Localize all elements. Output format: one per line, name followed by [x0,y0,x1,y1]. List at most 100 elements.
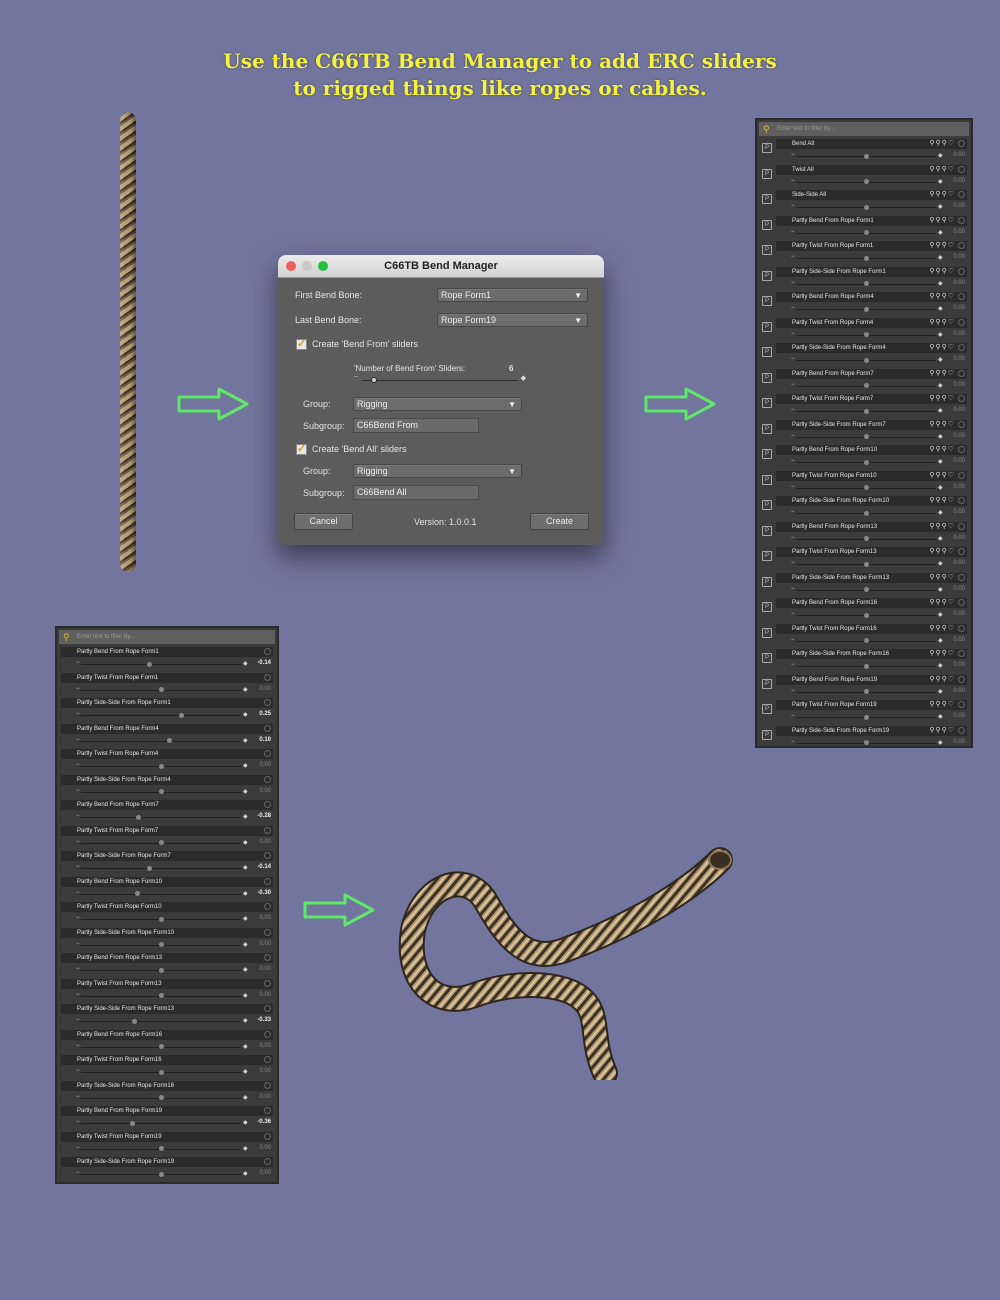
slider-minus-icon[interactable]: − [76,1170,80,1176]
parameter-value[interactable]: 0.00 [953,713,965,719]
slider-knob[interactable] [863,561,869,567]
parameter-slider[interactable] [81,664,241,665]
slider-minus-icon[interactable]: − [76,864,80,870]
parameter-value[interactable]: 0.00 [953,331,965,337]
slider-knob[interactable] [129,1120,135,1126]
slider-knob[interactable] [863,689,869,694]
slider-minus-icon[interactable]: − [791,382,795,388]
parameter-value[interactable]: 0.00 [953,458,965,464]
parameter-options-icon[interactable]: ⚲⚲⚲♡ [929,420,955,430]
slider-plus-icon[interactable]: ◆ [938,433,943,440]
parameter-value[interactable]: 0.00 [259,915,271,921]
slider-knob[interactable] [863,306,869,312]
pin-icon[interactable]: P [762,729,772,740]
pin-icon[interactable]: P [762,704,772,714]
parameter-options-icon[interactable]: ⚲⚲⚲♡ [929,165,955,175]
parameter-value[interactable]: 0.00 [953,203,965,209]
slider-plus-icon[interactable]: ◆ [938,178,943,185]
pin-icon[interactable]: P [762,449,772,459]
slider-knob[interactable] [863,281,869,286]
slider-knob[interactable] [863,485,869,490]
slider-plus-icon[interactable]: ◆ [938,560,943,567]
parameter-options-icon[interactable]: ⚲⚲⚲♡ [929,573,955,583]
slider-knob[interactable] [863,536,869,541]
slider-knob[interactable] [147,865,153,871]
slider-minus-icon[interactable]: − [76,1094,80,1100]
pin-icon[interactable]: P [762,678,772,689]
maximize-window-button[interactable] [318,261,328,271]
slider-minus-icon[interactable]: − [791,586,795,592]
slider-knob[interactable] [132,1018,138,1024]
parameter-options-icon[interactable]: ⚲⚲⚲♡ [929,267,955,277]
slider-minus-icon[interactable]: − [76,1043,80,1049]
parameter-value[interactable]: 0.25 [259,711,271,717]
slider-plus-icon[interactable]: ◆ [938,637,943,644]
slider-knob[interactable] [863,383,869,388]
minimize-window-button[interactable] [302,261,312,271]
parameter-value[interactable]: 0.00 [259,839,271,845]
slider-minus-icon[interactable]: − [791,611,795,617]
slider-plus-icon[interactable]: ◆ [243,1145,248,1152]
parameter-value[interactable]: 0.00 [953,662,965,668]
slider-plus-icon[interactable]: ◆ [938,382,943,389]
slider-knob[interactable] [158,967,164,973]
group-select[interactable]: Rigging ▼ [353,397,522,411]
parameter-options-icon[interactable]: ⚲⚲⚲♡ [929,292,955,302]
slider-minus-icon[interactable]: − [76,839,80,845]
parameter-value[interactable]: 0.00 [259,788,271,794]
parameter-value[interactable]: 0.00 [953,254,965,260]
parameter-slider[interactable] [81,817,241,818]
slider-minus-icon[interactable]: − [76,788,80,794]
parameter-value[interactable]: -0.28 [257,813,271,819]
parameter-options-icon[interactable]: ⚲⚲⚲♡ [929,726,955,736]
slider-knob[interactable] [158,1095,164,1100]
slider-plus-icon[interactable]: ◆ [243,966,248,973]
parameter-value[interactable]: 0.00 [259,1068,271,1074]
slider-minus-icon[interactable]: − [791,254,795,260]
parameter-value[interactable]: 0.00 [953,739,965,745]
pin-icon[interactable]: P [762,500,772,510]
slider-plus-icon[interactable]: ◆ [938,739,943,746]
slider-plus-icon[interactable]: ◆ [243,737,248,744]
slider-knob[interactable] [178,712,184,718]
slider-plus-icon[interactable]: ◆ [938,229,943,236]
slider-plus-icon[interactable]: ◆ [243,1094,248,1101]
slider-knob[interactable] [134,891,140,896]
slider-plus-icon[interactable]: ◆ [938,152,943,159]
slider-plus-icon[interactable]: ◆ [243,915,248,922]
slider-minus-icon[interactable]: − [791,203,795,209]
parameter-value[interactable]: 0.00 [953,382,965,388]
slider-minus-icon[interactable]: − [76,1145,80,1151]
last-bend-bone-select[interactable]: Rope Form19 ▼ [437,313,588,327]
pin-icon[interactable]: P [762,602,772,612]
parameter-value[interactable]: 0.00 [953,688,965,694]
slider-knob[interactable] [863,714,869,720]
parameter-value[interactable]: -0.30 [257,890,271,896]
parameter-options-icon[interactable]: ⚲⚲⚲♡ [929,471,955,481]
slider-plus-icon[interactable]: ◆ [938,611,943,618]
slider-minus-icon[interactable]: − [76,992,80,998]
slider-minus-icon[interactable]: − [791,229,795,235]
parameter-value[interactable]: 0.00 [953,637,965,643]
pin-icon[interactable]: P [762,653,772,663]
parameter-slider[interactable] [81,1123,241,1124]
filter-search-bar[interactable]: ⚲ Enter text to filter by... [59,630,275,644]
subgroup-field[interactable]: C66Bend From [353,418,479,433]
pin-icon[interactable]: P [762,143,772,153]
slider-minus-icon[interactable]: − [76,813,80,819]
number-of-sliders-slider[interactable]: − ◆ [354,374,526,383]
subgroup-field[interactable]: C66Bend All [353,485,479,500]
slider-knob[interactable] [863,255,869,261]
parameter-value[interactable]: 0.10 [259,737,271,743]
group-select[interactable]: Rigging ▼ [353,464,522,478]
parameter-value[interactable]: -0.14 [257,864,271,870]
slider-knob[interactable] [863,663,869,669]
parameter-value[interactable]: 0.00 [259,966,271,972]
pin-icon[interactable]: P [762,321,772,332]
slider-minus-icon[interactable]: − [791,535,795,541]
slider-minus-icon[interactable]: − [791,280,795,286]
slider-plus-icon[interactable]: ◆ [938,688,943,695]
slider-minus-icon[interactable]: − [76,711,80,717]
pin-icon[interactable]: P [762,245,772,255]
parameter-options-icon[interactable]: ⚲⚲⚲♡ [929,598,955,608]
